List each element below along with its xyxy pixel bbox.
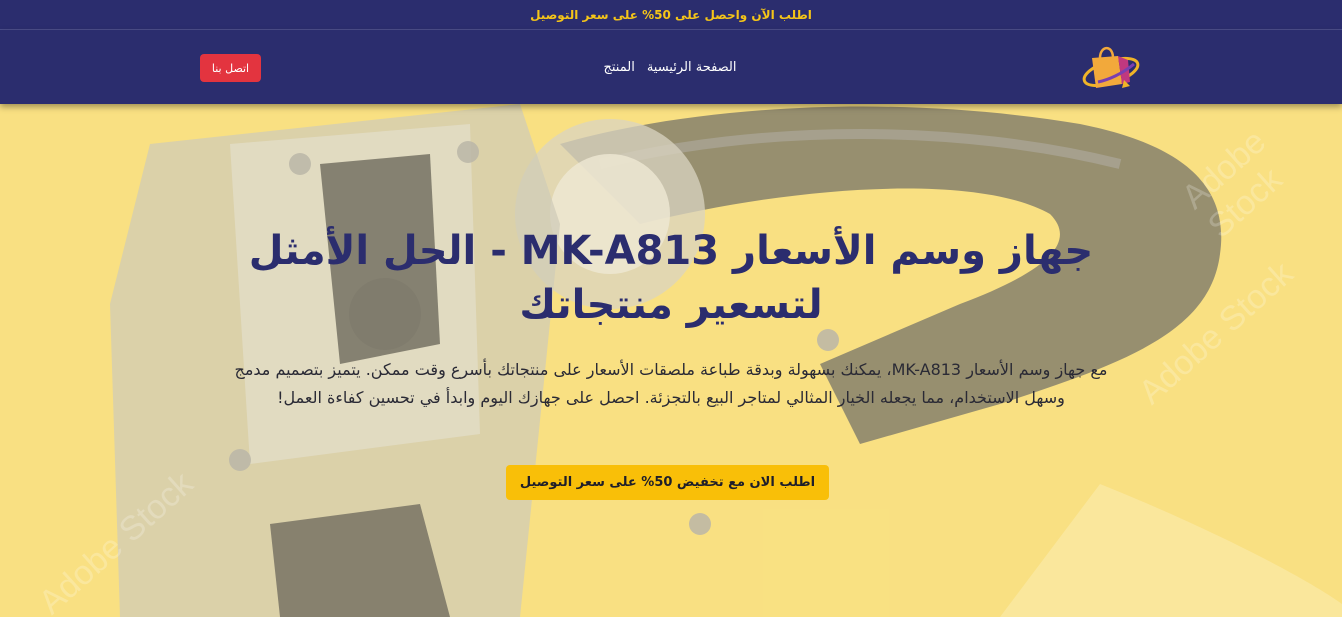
navbar: الصفحة الرئيسية المنتج اتصل بنا: [0, 30, 1342, 104]
hero-title: جهاز وسم الأسعار MK-A813 - الحل الأمثل ل…: [248, 228, 1094, 328]
contact-us-button[interactable]: اتصل بنا: [200, 54, 261, 82]
nav-link-home[interactable]: الصفحة الرئيسية: [647, 60, 737, 75]
announcement-text: اطلب الآن واحصل على 50% على سعر التوصيل: [530, 7, 812, 22]
shopping-bag-logo-icon[interactable]: [1078, 38, 1144, 96]
nav-link-product[interactable]: المنتج: [603, 60, 634, 75]
announcement-bar: اطلب الآن واحصل على 50% على سعر التوصيل: [0, 0, 1342, 30]
hero-description: مع جهاز وسم الأسعار MK-A813، يمكنك بسهول…: [234, 360, 1108, 407]
order-now-button[interactable]: اطلب الان مع تخفيض 50% على سعر التوصيل: [506, 465, 829, 500]
hero-section: Adobe Stock Adobe Stock Adobe Stock جهاز…: [0, 104, 1342, 617]
main-nav: الصفحة الرئيسية المنتج: [560, 30, 780, 104]
